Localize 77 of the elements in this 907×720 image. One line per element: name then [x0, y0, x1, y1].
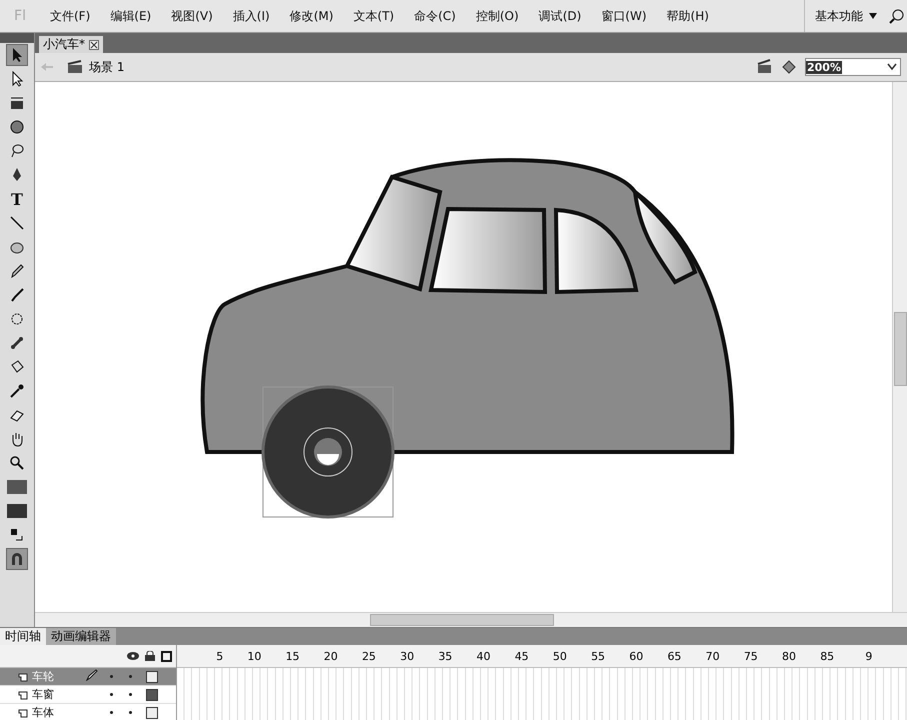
- menu-item[interactable]: 调试(D): [528, 8, 592, 24]
- frame-number: 50: [552, 650, 567, 662]
- text-tool[interactable]: T: [6, 188, 28, 210]
- visibility-dot: [110, 711, 113, 714]
- snap-tool[interactable]: [6, 548, 28, 570]
- layer-name: 车窗: [32, 687, 55, 702]
- zoom-field[interactable]: 200%: [805, 58, 901, 76]
- horizontal-scrollbar[interactable]: [35, 612, 907, 627]
- frame-number: 15: [284, 650, 300, 662]
- frame-number: 30: [399, 650, 414, 662]
- layer-row[interactable]: 车轮: [0, 668, 176, 686]
- menu-item[interactable]: 文本(T): [343, 8, 404, 24]
- frame-number: 75: [742, 650, 758, 662]
- menu-item[interactable]: 窗口(W): [591, 8, 657, 24]
- frame-number: 5: [215, 650, 224, 662]
- stroke-color-swatch: [7, 480, 27, 494]
- fill-color-swatch: [7, 504, 27, 518]
- clapperboard-icon: [67, 60, 83, 74]
- lasso-icon: [9, 143, 25, 159]
- layer-name: 车轮: [32, 669, 55, 684]
- swap-colors-icon: [9, 527, 25, 543]
- lock-icon: [145, 651, 155, 661]
- arrow-tool[interactable]: [6, 44, 28, 66]
- layer-row[interactable]: 车体: [0, 704, 176, 720]
- frame-number: 55: [590, 650, 606, 662]
- caret-icon: [887, 63, 897, 71]
- frame-number: 85: [819, 650, 834, 662]
- visibility-dot: [110, 693, 113, 696]
- menu-item[interactable]: 插入(I): [222, 8, 280, 24]
- frame-number: 60: [628, 650, 644, 662]
- layer-row[interactable]: 车窗: [0, 686, 176, 704]
- caret-icon: [869, 13, 877, 19]
- document-tab[interactable]: 小汽车*: [39, 36, 103, 53]
- frame-number: 65: [666, 650, 682, 662]
- menu-item[interactable]: 修改(M): [280, 8, 344, 24]
- magnet-icon: [9, 551, 25, 567]
- transform-icon: [9, 95, 25, 111]
- frame-number: 70: [704, 650, 720, 662]
- eyedropper-icon: [9, 383, 25, 399]
- frame-number: 20: [322, 650, 338, 662]
- lock-dot: [129, 675, 132, 678]
- frame-number: 80: [781, 650, 796, 662]
- bone-icon: [9, 335, 25, 351]
- menu-item[interactable]: 命令(C): [404, 8, 466, 24]
- frame-number: 40: [476, 650, 490, 662]
- lock-dot: [129, 711, 132, 714]
- sphere-icon: [9, 119, 25, 135]
- frame-number: 9: [864, 650, 872, 662]
- frame-number: 25: [360, 650, 376, 662]
- timeline-tab[interactable]: 动画编辑器: [46, 628, 116, 645]
- eye-icon: [127, 651, 139, 661]
- menu-item[interactable]: 帮助(H): [656, 8, 719, 24]
- layer-name: 车体: [32, 705, 55, 720]
- menu-item[interactable]: 编辑(E): [100, 8, 162, 24]
- brush-icon: [9, 287, 25, 303]
- outline-icon: [161, 650, 172, 662]
- app-logo: Fl: [13, 8, 27, 24]
- zoom-icon: [9, 455, 25, 471]
- visibility-dot: [110, 675, 113, 678]
- search-icon: [889, 8, 905, 24]
- frame-number: 35: [437, 650, 452, 662]
- menu-item[interactable]: 控制(O): [466, 8, 529, 24]
- flower-icon: [9, 311, 25, 327]
- vertical-scrollbar[interactable]: [892, 82, 907, 612]
- close-icon: [89, 40, 99, 50]
- scene-label: 场景 1: [89, 58, 124, 76]
- line-icon: [9, 215, 25, 231]
- frame-number: 45: [514, 650, 529, 662]
- lock-dot: [129, 693, 132, 696]
- timeline-tab[interactable]: 时间轴: [0, 628, 46, 645]
- text-tool-label: T: [11, 190, 23, 208]
- menu-item[interactable]: 文件(F): [40, 8, 100, 24]
- frame-number: 10: [246, 650, 262, 662]
- workspace-dropdown[interactable]: 基本功能: [804, 0, 887, 32]
- menu-item[interactable]: 视图(V): [161, 8, 223, 24]
- back-arrow-icon: [41, 62, 53, 72]
- pencil-icon: [9, 263, 25, 279]
